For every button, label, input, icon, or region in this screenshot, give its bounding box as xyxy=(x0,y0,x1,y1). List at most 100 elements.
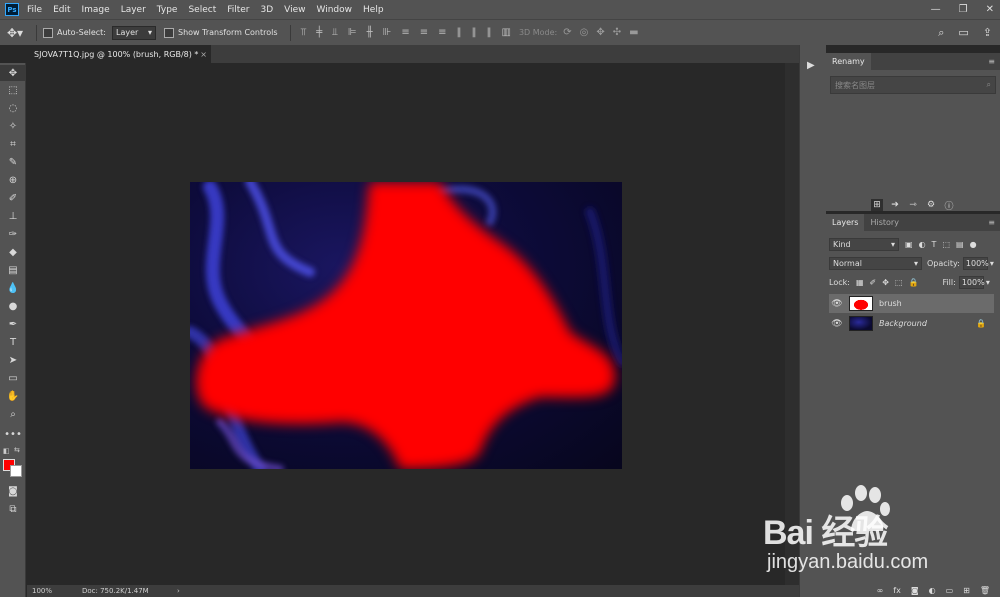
crop-tool-icon[interactable]: ⌗ xyxy=(0,136,26,152)
move-tool-icon[interactable]: ✥ xyxy=(0,65,26,81)
opacity-field[interactable]: 100% xyxy=(962,257,989,270)
menu-select[interactable]: Select xyxy=(188,5,216,15)
marquee-tool-icon[interactable]: ⬚ xyxy=(0,82,26,98)
align-left-icon[interactable]: ⊫ xyxy=(348,27,357,38)
image-filter-icon[interactable]: ▣ xyxy=(905,240,913,249)
visibility-eye-icon[interactable]: 👁 xyxy=(829,319,845,329)
move-tool-preset-icon[interactable]: ✥▾ xyxy=(0,26,30,40)
workspace-icon[interactable]: ▭ xyxy=(958,26,968,40)
menu-3d[interactable]: 3D xyxy=(261,5,274,15)
close-icon[interactable]: ✕ xyxy=(986,4,994,15)
renamy-search-field[interactable]: 搜索名图层 ⌕ xyxy=(830,76,996,94)
arrow-next-icon[interactable]: ⇾ xyxy=(907,199,919,211)
play-icon[interactable]: ▶ xyxy=(807,60,815,71)
lock-position-icon[interactable]: ✥ xyxy=(882,278,889,287)
distribute-bottom-icon[interactable]: ≡ xyxy=(438,27,446,38)
auto-select-dropdown[interactable]: Layer ▾ xyxy=(111,25,156,40)
default-colors-icon[interactable]: ◧ xyxy=(3,447,10,455)
distribute-vcenter-icon[interactable]: ≡ xyxy=(420,27,428,38)
new-group-icon[interactable]: ▭ xyxy=(946,586,954,595)
dodge-tool-icon[interactable]: ● xyxy=(0,298,26,314)
link-layers-icon[interactable]: ∞ xyxy=(877,586,884,595)
menu-help[interactable]: Help xyxy=(363,5,384,15)
menu-filter[interactable]: Filter xyxy=(227,5,249,15)
pen-tool-icon[interactable]: ✒ xyxy=(0,316,26,332)
visibility-eye-icon[interactable]: 👁 xyxy=(829,299,845,309)
3d-pan-icon[interactable]: ✥ xyxy=(596,27,604,38)
3d-scale-icon[interactable]: ▬ xyxy=(629,27,638,38)
minimize-icon[interactable]: — xyxy=(931,4,941,15)
zoom-level[interactable]: 100% xyxy=(27,587,57,595)
delete-layer-icon[interactable]: 🗑 xyxy=(980,586,990,595)
blur-tool-icon[interactable]: 💧 xyxy=(0,280,26,296)
menu-image[interactable]: Image xyxy=(82,5,110,15)
lock-artboard-icon[interactable]: ⬚ xyxy=(895,278,903,287)
settings-icon[interactable]: ⚙ xyxy=(925,199,937,211)
hand-tool-icon[interactable]: ✋ xyxy=(0,388,26,404)
show-transform-checkbox[interactable]: Show Transform Controls xyxy=(163,27,278,38)
menu-layer[interactable]: Layer xyxy=(121,5,146,15)
menu-view[interactable]: View xyxy=(284,5,305,15)
restore-icon[interactable]: ❐ xyxy=(959,4,968,15)
quick-mask-icon[interactable]: ◙ xyxy=(0,483,26,499)
new-layer-icon[interactable]: ⊞ xyxy=(963,586,970,595)
info-icon[interactable]: ⓘ xyxy=(943,199,955,212)
3d-orbit-icon[interactable]: ⟳ xyxy=(563,27,571,38)
smart-object-filter-icon[interactable]: ▤ xyxy=(956,240,964,249)
menu-type[interactable]: Type xyxy=(157,5,178,15)
properties-icon[interactable]: ⊞ xyxy=(871,199,883,211)
screen-mode-icon[interactable]: ⧉ xyxy=(0,501,26,517)
menu-window[interactable]: Window xyxy=(317,5,353,15)
swap-colors-icon[interactable]: ⇆ xyxy=(14,446,20,454)
align-hcenter-icon[interactable]: ╫ xyxy=(367,27,373,38)
3d-slide-icon[interactable]: ✣ xyxy=(613,27,621,38)
rectangle-tool-icon[interactable]: ▭ xyxy=(0,370,26,386)
close-icon[interactable]: × xyxy=(200,50,207,59)
magic-wand-icon[interactable]: ✧ xyxy=(0,118,26,134)
panel-menu-icon[interactable]: ≡ xyxy=(988,57,995,66)
tab-layers[interactable]: Layers xyxy=(826,214,865,231)
tab-renamy[interactable]: Renamy xyxy=(826,53,871,70)
shape-filter-icon[interactable]: ⬚ xyxy=(942,240,950,249)
chevron-down-icon[interactable]: ▾ xyxy=(986,278,990,287)
3d-roll-icon[interactable]: ◎ xyxy=(580,27,589,38)
add-mask-icon[interactable]: ◙ xyxy=(911,586,919,595)
status-menu-arrow[interactable]: › xyxy=(177,587,180,595)
blend-mode-dropdown[interactable]: Normal ▾ xyxy=(829,257,922,270)
distribute-right-icon[interactable]: ‖ xyxy=(487,27,492,38)
auto-select-checkbox[interactable]: Auto-Select: xyxy=(43,27,106,38)
eraser-icon[interactable]: ◆ xyxy=(0,244,26,260)
background-color-swatch[interactable] xyxy=(10,465,22,477)
type-tool-icon[interactable]: T xyxy=(0,334,26,350)
lasso-tool-icon[interactable]: ◌ xyxy=(0,100,26,116)
fx-icon[interactable]: fx xyxy=(893,586,901,595)
gradient-icon[interactable]: ▤ xyxy=(0,262,26,278)
brush-tool-icon[interactable]: ✐ xyxy=(0,190,26,206)
healing-brush-icon[interactable]: ⊕ xyxy=(0,172,26,188)
chevron-down-icon[interactable]: ▾ xyxy=(990,259,994,268)
document-image[interactable] xyxy=(190,182,622,469)
adjustment-layer-icon[interactable]: ◐ xyxy=(929,586,936,595)
document-tab[interactable]: SJOVA7T1Q.jpg @ 100% (brush, RGB/8) * × xyxy=(26,45,211,63)
align-right-icon[interactable]: ⊪ xyxy=(383,27,392,38)
distribute-top-icon[interactable]: ≡ xyxy=(401,27,409,38)
tab-history[interactable]: History xyxy=(864,214,904,231)
auto-align-icon[interactable]: ▥ xyxy=(502,27,511,38)
menu-file[interactable]: File xyxy=(27,5,42,15)
filter-toggle-icon[interactable]: ● xyxy=(970,240,977,249)
share-icon[interactable]: ⇪ xyxy=(983,26,992,40)
history-brush-icon[interactable]: ✑ xyxy=(0,226,26,242)
panel-menu-icon[interactable]: ≡ xyxy=(988,218,995,227)
layer-row-background[interactable]: 👁 Background 🔒 xyxy=(829,314,994,333)
lock-all-icon[interactable]: 🔒 xyxy=(908,278,918,287)
lock-pixels-icon[interactable]: ✐ xyxy=(870,278,877,287)
zoom-tool-icon[interactable]: ⌕ xyxy=(0,406,26,422)
arrow-right-icon[interactable]: ➔ xyxy=(889,199,901,211)
clone-stamp-icon[interactable]: ⊥ xyxy=(0,208,26,224)
type-filter-icon[interactable]: T xyxy=(932,240,937,249)
lock-transparent-icon[interactable]: ▦ xyxy=(856,278,864,287)
align-vcenter-icon[interactable]: ╪ xyxy=(316,27,322,38)
align-bottom-icon[interactable]: ⫫ xyxy=(332,27,338,38)
eyedropper-icon[interactable]: ✎ xyxy=(0,154,26,170)
fill-field[interactable]: 100% xyxy=(958,276,985,289)
